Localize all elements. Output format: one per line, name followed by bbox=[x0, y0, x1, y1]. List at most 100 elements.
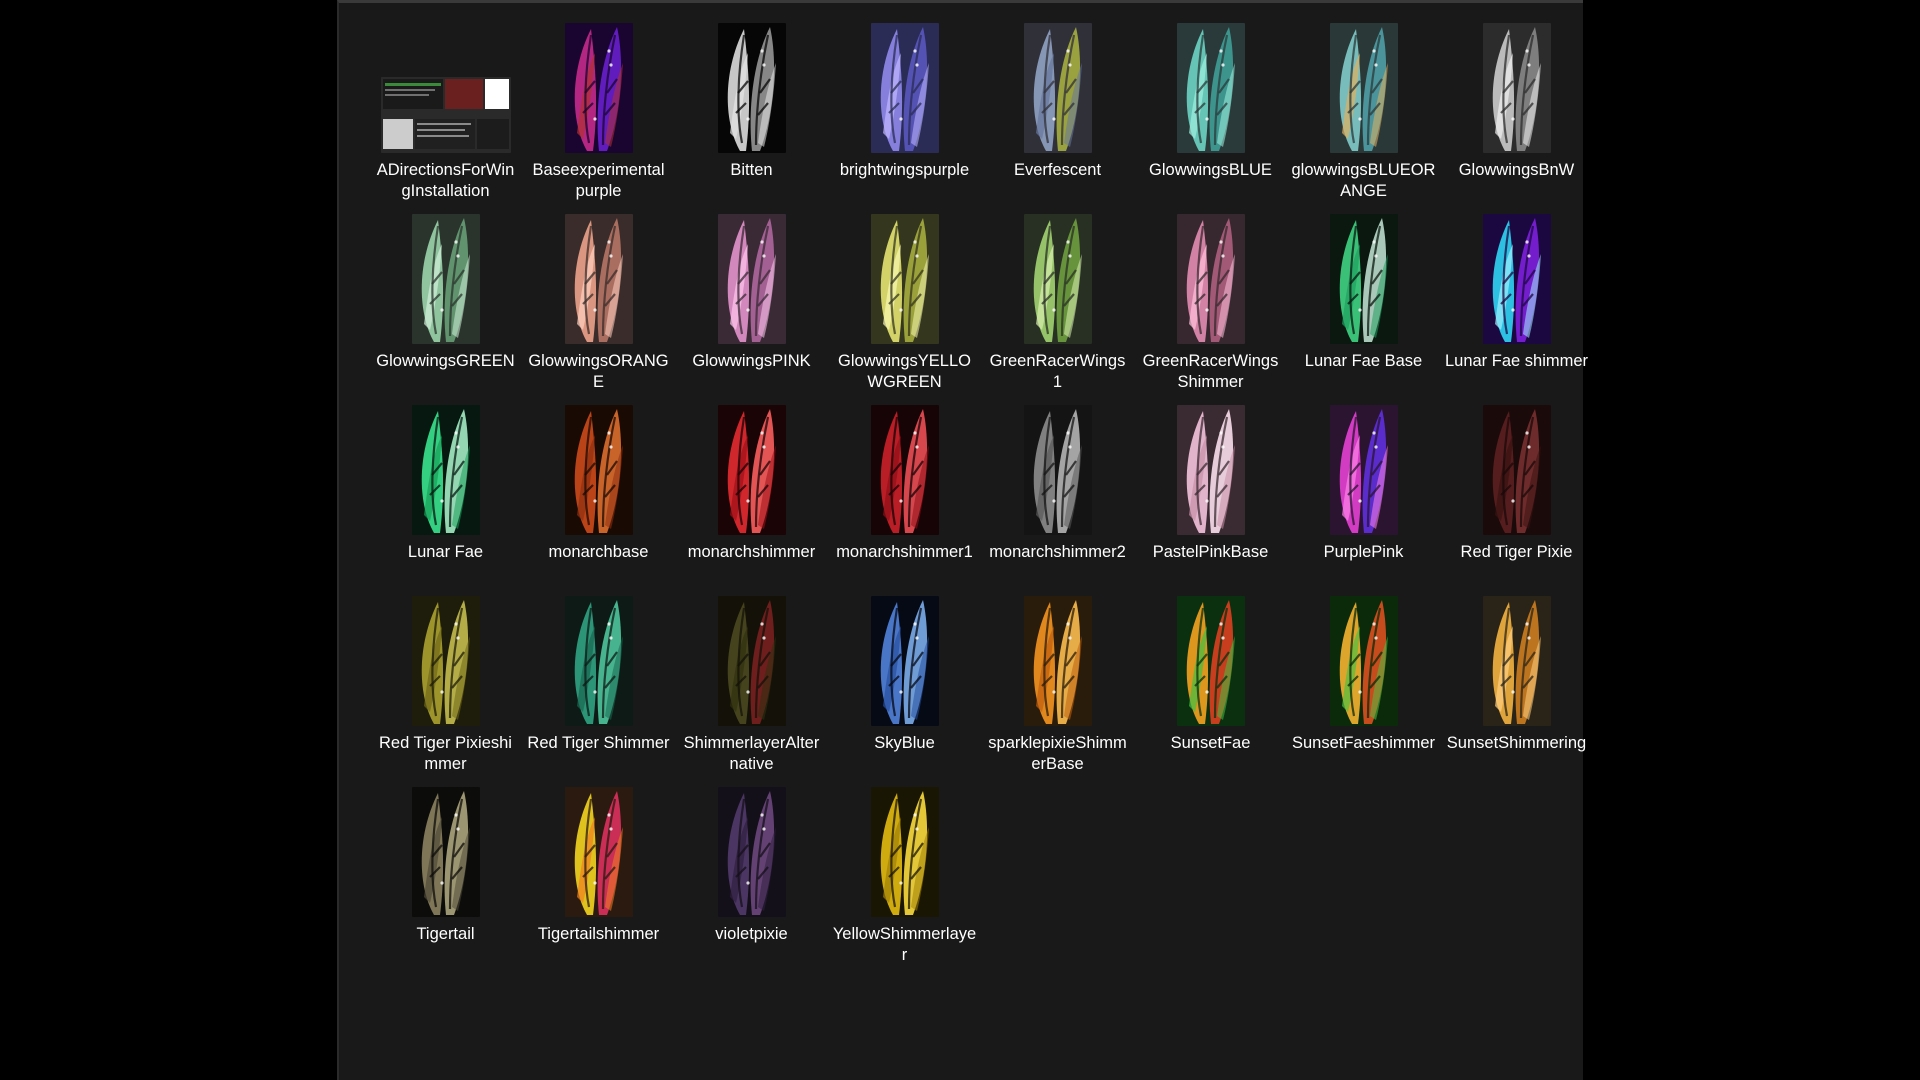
wing-thumbnail-art bbox=[1482, 23, 1551, 153]
wing-thumbnail-art bbox=[411, 405, 480, 535]
file-item-violetpixie[interactable]: violetpixie bbox=[675, 781, 828, 972]
file-item-tigertailshimmer[interactable]: Tigertailshimmer bbox=[522, 781, 675, 972]
file-item-lunar-fae[interactable]: Lunar Fae bbox=[369, 399, 522, 590]
file-name-label: YellowShimmerlayer bbox=[832, 925, 977, 964]
file-item-glowwingsblueorange[interactable]: glowwingsBLUEORANGE bbox=[1287, 17, 1440, 208]
file-item-sparklepixieshimmerbase[interactable]: sparklepixieShimmerBase bbox=[981, 590, 1134, 781]
wing-image-thumbnail bbox=[870, 214, 939, 344]
file-explorer-pane[interactable]: ADirectionsForWingInstallation Baseexperi… bbox=[337, 0, 1588, 1080]
wing-thumbnail-art bbox=[870, 214, 939, 344]
file-name-label: monarchbase bbox=[548, 543, 649, 561]
wing-thumbnail-art bbox=[1176, 405, 1245, 535]
file-item-purplepink[interactable]: PurplePink bbox=[1287, 399, 1440, 590]
file-thumbnail-box bbox=[682, 781, 822, 917]
file-item-baseexperimental-purple[interactable]: Baseexperimental purple bbox=[522, 17, 675, 208]
file-item-greenracerwingsshimmer[interactable]: GreenRacerWingsShimmer bbox=[1134, 208, 1287, 399]
file-icon-grid: ADirectionsForWingInstallation Baseexperi… bbox=[369, 17, 1589, 972]
file-item-shimmerlayeralternative[interactable]: ShimmerlayerAlternative bbox=[675, 590, 828, 781]
file-item-greenracerwings1[interactable]: GreenRacerWings1 bbox=[981, 208, 1134, 399]
wing-image-thumbnail bbox=[717, 214, 786, 344]
file-thumbnail-box bbox=[835, 17, 975, 153]
file-thumbnail-box bbox=[682, 17, 822, 153]
wing-image-thumbnail bbox=[1329, 23, 1398, 153]
file-item-glowwingsgreen[interactable]: GlowwingsGREEN bbox=[369, 208, 522, 399]
file-item-bitten[interactable]: Bitten bbox=[675, 17, 828, 208]
file-name-label: violetpixie bbox=[715, 925, 788, 943]
wing-image-thumbnail bbox=[564, 23, 633, 153]
document-thumbnail bbox=[380, 77, 511, 153]
wing-image-thumbnail bbox=[1329, 214, 1398, 344]
wing-thumbnail-art bbox=[1023, 596, 1092, 726]
file-item-glowwingsbnw[interactable]: GlowwingsBnW bbox=[1440, 17, 1593, 208]
wing-thumbnail-art bbox=[717, 23, 786, 153]
file-item-lunar-fae-base[interactable]: Lunar Fae Base bbox=[1287, 208, 1440, 399]
file-name-label: monarchshimmer1 bbox=[836, 543, 973, 561]
wing-thumbnail-art bbox=[1176, 596, 1245, 726]
file-item-monarchshimmer[interactable]: monarchshimmer bbox=[675, 399, 828, 590]
wing-thumbnail-art bbox=[564, 405, 633, 535]
file-name-label: SunsetFae bbox=[1170, 734, 1251, 752]
file-item-monarchbase[interactable]: monarchbase bbox=[522, 399, 675, 590]
wing-image-thumbnail bbox=[1482, 214, 1551, 344]
file-thumbnail-box bbox=[1141, 399, 1281, 535]
wing-thumbnail-art bbox=[870, 596, 939, 726]
file-name-label: GlowwingsPINK bbox=[692, 352, 811, 370]
wing-image-thumbnail bbox=[870, 405, 939, 535]
file-item-adirectionsforwinginstallation[interactable]: ADirectionsForWingInstallation bbox=[369, 17, 522, 208]
wing-thumbnail-art bbox=[1329, 23, 1398, 153]
file-thumbnail-box bbox=[1141, 208, 1281, 344]
file-item-yellowshimmerlayer[interactable]: YellowShimmerlayer bbox=[828, 781, 981, 972]
wing-image-thumbnail bbox=[717, 23, 786, 153]
wing-image-thumbnail bbox=[1023, 23, 1092, 153]
file-item-tigertail[interactable]: Tigertail bbox=[369, 781, 522, 972]
file-name-label: glowwingsBLUEORANGE bbox=[1291, 161, 1436, 200]
file-item-sunsetfaeshimmer[interactable]: SunsetFaeshimmer bbox=[1287, 590, 1440, 781]
file-thumbnail-box bbox=[1447, 17, 1587, 153]
file-name-label: Tigertailshimmer bbox=[537, 925, 660, 943]
file-item-red-tiger-shimmer[interactable]: Red Tiger Shimmer bbox=[522, 590, 675, 781]
file-item-red-tiger-pixie[interactable]: Red Tiger Pixie bbox=[1440, 399, 1593, 590]
file-item-sunsetshimmering[interactable]: SunsetShimmering bbox=[1440, 590, 1593, 781]
wing-image-thumbnail bbox=[870, 23, 939, 153]
wing-thumbnail-art bbox=[870, 787, 939, 917]
wing-thumbnail-art bbox=[411, 596, 480, 726]
file-item-glowwingsyellowgreen[interactable]: GlowwingsYELLOWGREEN bbox=[828, 208, 981, 399]
file-thumbnail-box bbox=[988, 399, 1128, 535]
wing-image-thumbnail bbox=[411, 214, 480, 344]
file-thumbnail-box bbox=[682, 208, 822, 344]
wing-thumbnail-art bbox=[411, 787, 480, 917]
file-item-glowwingsorange[interactable]: GlowwingsORANGE bbox=[522, 208, 675, 399]
file-name-label: Red Tiger Pixieshimmer bbox=[379, 734, 512, 773]
screen-background: ADirectionsForWingInstallation Baseexperi… bbox=[0, 0, 1920, 1080]
file-name-label: Lunar Fae shimmer bbox=[1444, 352, 1589, 370]
file-item-brightwingspurple[interactable]: brightwingspurple bbox=[828, 17, 981, 208]
file-item-lunar-fae-shimmer[interactable]: Lunar Fae shimmer bbox=[1440, 208, 1593, 399]
file-item-skyblue[interactable]: SkyBlue bbox=[828, 590, 981, 781]
file-name-label: Baseexperimental purple bbox=[532, 161, 665, 200]
file-name-label: SunsetFaeshimmer bbox=[1291, 734, 1436, 752]
file-item-monarchshimmer2[interactable]: monarchshimmer2 bbox=[981, 399, 1134, 590]
file-name-label: ShimmerlayerAlternative bbox=[683, 734, 820, 773]
file-name-label: GlowwingsBnW bbox=[1458, 161, 1575, 179]
file-item-glowwingspink[interactable]: GlowwingsPINK bbox=[675, 208, 828, 399]
file-thumbnail-box bbox=[1141, 17, 1281, 153]
file-thumbnail-box bbox=[1447, 590, 1587, 726]
wing-image-thumbnail bbox=[1023, 214, 1092, 344]
file-item-everfescent[interactable]: Everfescent bbox=[981, 17, 1134, 208]
file-item-monarchshimmer1[interactable]: monarchshimmer1 bbox=[828, 399, 981, 590]
file-item-glowwingsblue[interactable]: GlowwingsBLUE bbox=[1134, 17, 1287, 208]
wing-image-thumbnail bbox=[1482, 405, 1551, 535]
file-name-label: PastelPinkBase bbox=[1152, 543, 1269, 561]
file-name-label: GlowwingsBLUE bbox=[1149, 161, 1272, 179]
wing-image-thumbnail bbox=[1176, 214, 1245, 344]
file-item-red-tiger-pixieshimmer[interactable]: Red Tiger Pixieshimmer bbox=[369, 590, 522, 781]
file-item-pastelpinkbase[interactable]: PastelPinkBase bbox=[1134, 399, 1287, 590]
file-name-label: GlowwingsORANGE bbox=[528, 352, 669, 391]
file-item-sunsetfae[interactable]: SunsetFae bbox=[1134, 590, 1287, 781]
file-thumbnail-box bbox=[1294, 399, 1434, 535]
document-thumbnail-art bbox=[380, 77, 511, 153]
file-thumbnail-box bbox=[529, 399, 669, 535]
file-name-label: GreenRacerWingsShimmer bbox=[1142, 352, 1279, 391]
wing-image-thumbnail bbox=[564, 405, 633, 535]
file-name-label: sparklepixieShimmerBase bbox=[988, 734, 1127, 773]
